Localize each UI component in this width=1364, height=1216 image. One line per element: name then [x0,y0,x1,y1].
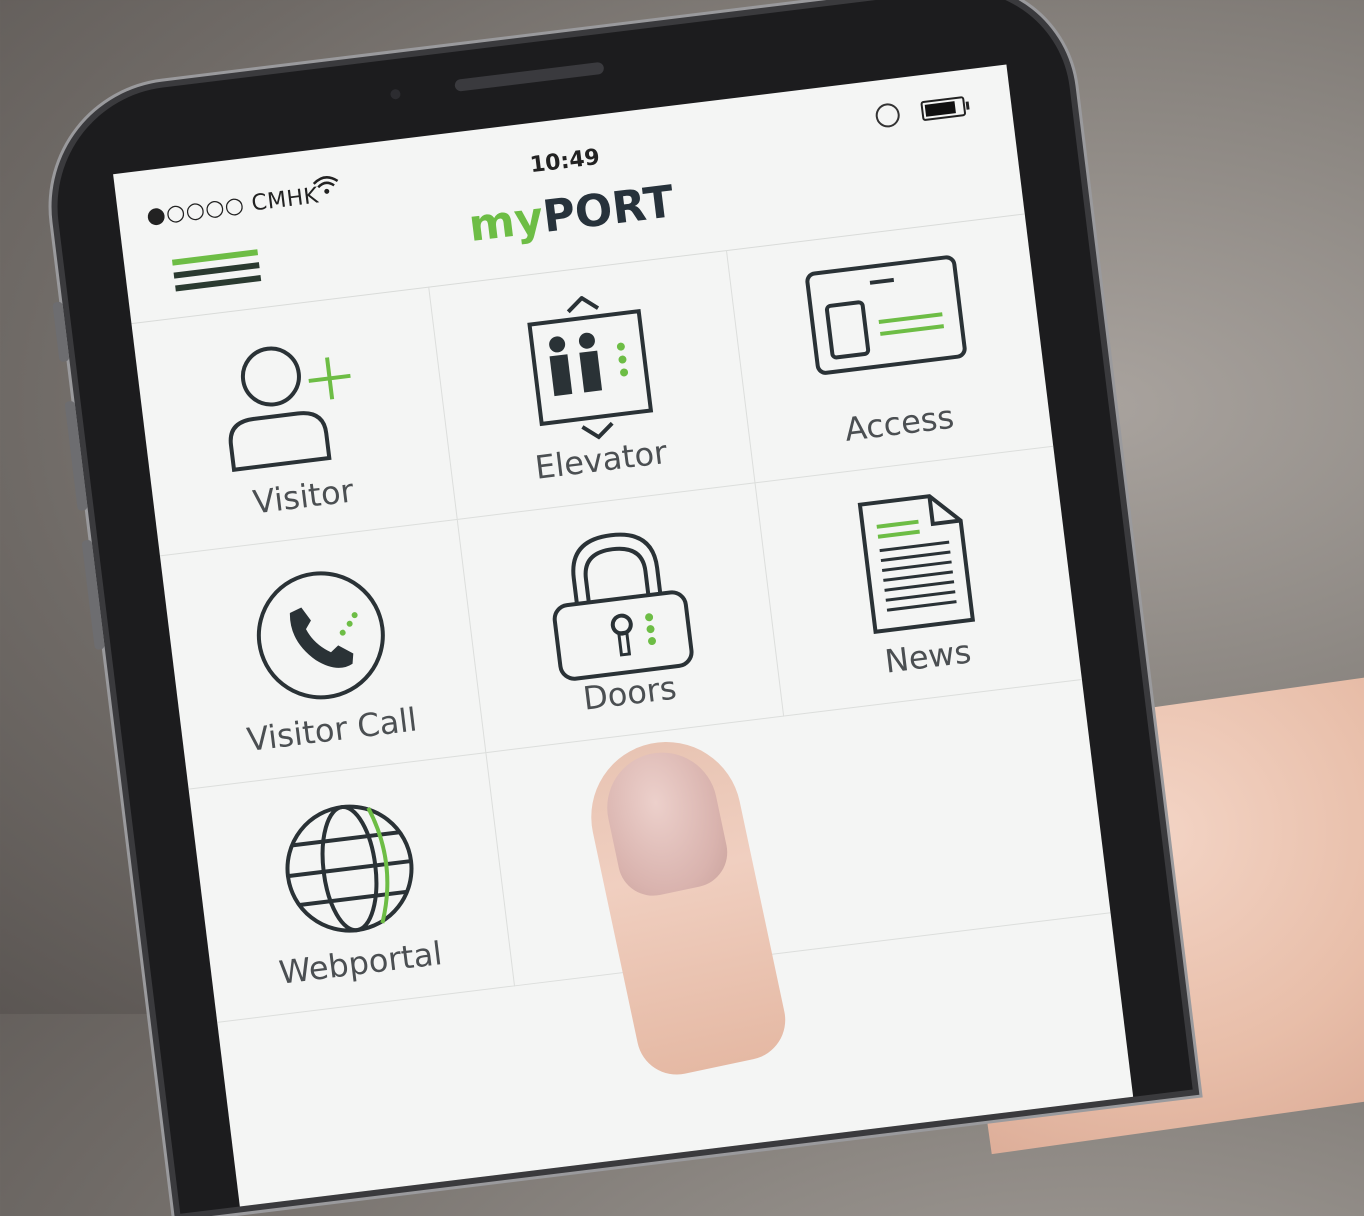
volume-down-button [81,539,105,651]
volume-up-button [64,400,88,512]
padlock-icon [552,532,694,681]
document-icon [857,494,976,634]
earpiece-speaker [454,61,605,92]
feature-grid: Visitor Elevator Access Visitor Call Doo… [131,213,1133,1206]
phone-icon [256,571,385,700]
elevator-icon [526,295,653,440]
empty-tile [784,679,1111,950]
tile-doors[interactable]: Doors [457,483,785,754]
app-screen: ●○○○○ CMHK 10:49 myPORT Visitor Elevator… [113,64,1134,1207]
tile-visitor[interactable]: Visitor [131,286,458,557]
mute-switch [52,301,70,363]
tile-webportal[interactable]: Webportal [188,753,516,1023]
tile-news[interactable]: News [755,446,1082,717]
tile-visitor-call[interactable]: Visitor Call [160,519,487,790]
front-camera [389,88,402,100]
add-person-icon [228,346,351,473]
access-card-icon [805,255,967,375]
tile-access[interactable]: Access [726,213,1054,484]
tile-elevator[interactable]: Elevator [429,250,756,520]
app-title-prefix: my [465,192,547,253]
globe-icon [284,804,413,933]
tile-label: Access [842,397,956,449]
app-title-suffix: PORT [539,176,677,243]
phone-device: ●○○○○ CMHK 10:49 myPORT Visitor Elevator… [43,0,1193,1214]
thumbnail [597,742,734,903]
